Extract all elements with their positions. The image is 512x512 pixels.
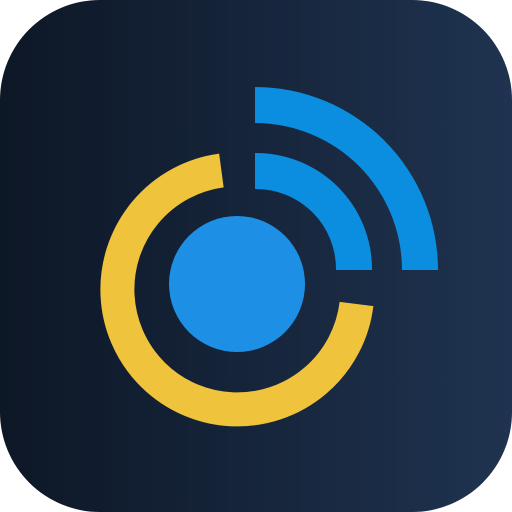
center-dot-icon (169, 216, 305, 352)
app-icon-graphic (0, 0, 512, 512)
app-icon (0, 0, 512, 512)
